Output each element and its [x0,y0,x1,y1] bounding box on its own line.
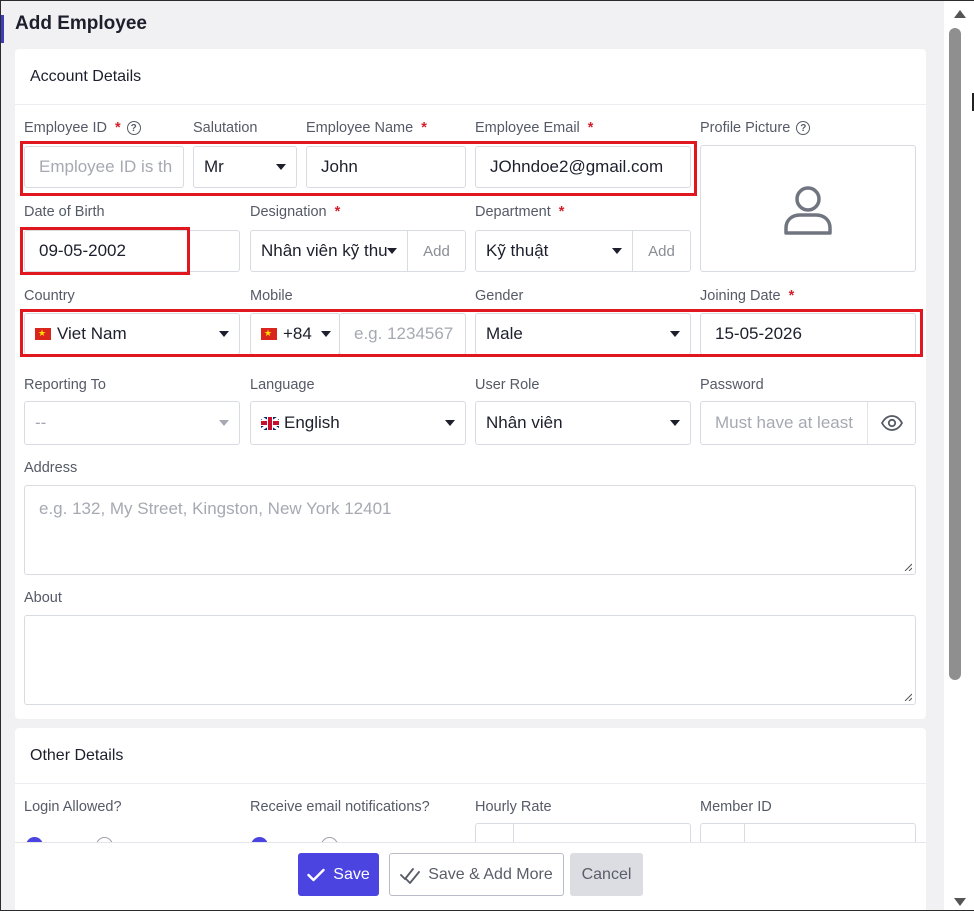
check-icon [307,868,325,881]
reporting-to-label: Reporting To [24,377,106,393]
designation-select[interactable]: Nhân viên kỹ thu Add [250,230,466,272]
scrollbar-thumb[interactable] [949,28,961,680]
show-password-button[interactable] [867,402,915,444]
modal-frame: Add Employee Account Details Employee ID… [0,0,974,911]
chevron-down-icon [670,420,680,426]
email-notifications-label: Receive email notifications? [250,799,430,815]
save-add-more-button[interactable]: Save & Add More [389,853,564,896]
employee-email-label: Employee Email * [475,120,594,136]
department-select[interactable]: Kỹ thuật Add [475,230,691,272]
account-details-title: Account Details [15,49,926,105]
dob-input[interactable]: 09-05-2002 [24,230,240,272]
help-icon[interactable]: ? [796,121,811,135]
chevron-down-icon [276,164,286,170]
login-allowed-label: Login Allowed? [24,799,122,815]
country-label: Country [24,288,75,304]
joining-date-input[interactable]: 15-05-2026 [700,313,916,355]
chevron-down-icon [321,331,331,337]
mobile-label: Mobile [250,288,293,304]
designation-label: Designation * [250,204,341,220]
salutation-label: Salutation [193,120,258,136]
password-label: Password [700,377,764,393]
modal-footer: Save Save & Add More Cancel [15,842,926,910]
profile-picture-upload[interactable] [700,145,916,272]
about-textarea[interactable] [24,615,916,705]
employee-id-input[interactable]: Employee ID is th [24,146,184,188]
chevron-down-icon [219,420,229,426]
scrollbar[interactable] [944,1,974,910]
modal-title: Add Employee [15,13,147,34]
scroll-up-icon[interactable] [954,10,966,18]
employee-name-input[interactable]: John [306,146,466,188]
cancel-button[interactable]: Cancel [570,853,643,896]
salutation-select[interactable]: Mr [193,146,297,188]
country-select[interactable]: Viet Nam [24,313,240,355]
chevron-down-icon [219,331,229,337]
member-id-label: Member ID [700,799,772,815]
resize-handle-icon[interactable] [904,693,912,701]
chevron-down-icon [612,248,622,254]
add-designation-button[interactable]: Add [407,231,465,271]
uk-flag-icon [261,416,279,430]
scroll-down-icon[interactable] [954,898,966,906]
help-icon[interactable]: ? [126,121,141,135]
eye-icon [880,415,903,431]
resize-handle-icon[interactable] [904,563,912,571]
about-label: About [24,590,62,606]
employee-name-label: Employee Name * [306,120,427,136]
save-button[interactable]: Save [298,853,379,896]
password-input[interactable]: Must have at least [700,401,916,445]
vietnam-flag-icon [261,327,277,340]
joining-date-label: Joining Date * [700,288,795,304]
user-role-select[interactable]: Nhân viên [475,401,691,445]
gender-label: Gender [475,288,524,304]
dob-label: Date of Birth [24,204,105,220]
other-details-title: Other Details [15,728,926,784]
add-department-button[interactable]: Add [632,231,690,271]
chevron-down-icon [670,331,680,337]
address-textarea[interactable]: e.g. 132, My Street, Kingston, New York … [24,485,916,575]
double-check-icon [400,867,421,884]
mobile-input[interactable]: e.g. 1234567 [339,313,466,355]
language-label: Language [250,377,315,393]
user-avatar-icon [784,185,832,235]
mobile-country-code-select[interactable]: +84 [250,313,340,355]
gender-select[interactable]: Male [475,313,691,355]
left-accent [1,15,4,43]
address-label: Address [24,460,78,476]
department-label: Department * [475,204,565,220]
vietnam-flag-icon [35,327,51,340]
chevron-down-icon [445,420,455,426]
employee-email-input[interactable]: JOhndoe2@gmail.com [475,146,691,188]
profile-picture-label: Profile Picture ? [700,120,811,136]
hourly-rate-label: Hourly Rate [475,799,552,815]
reporting-to-select[interactable]: -- [24,401,240,445]
user-role-label: User Role [475,377,540,393]
chevron-down-icon [387,248,397,254]
language-select[interactable]: English [250,401,466,445]
employee-id-label: Employee ID * ? [24,120,141,136]
